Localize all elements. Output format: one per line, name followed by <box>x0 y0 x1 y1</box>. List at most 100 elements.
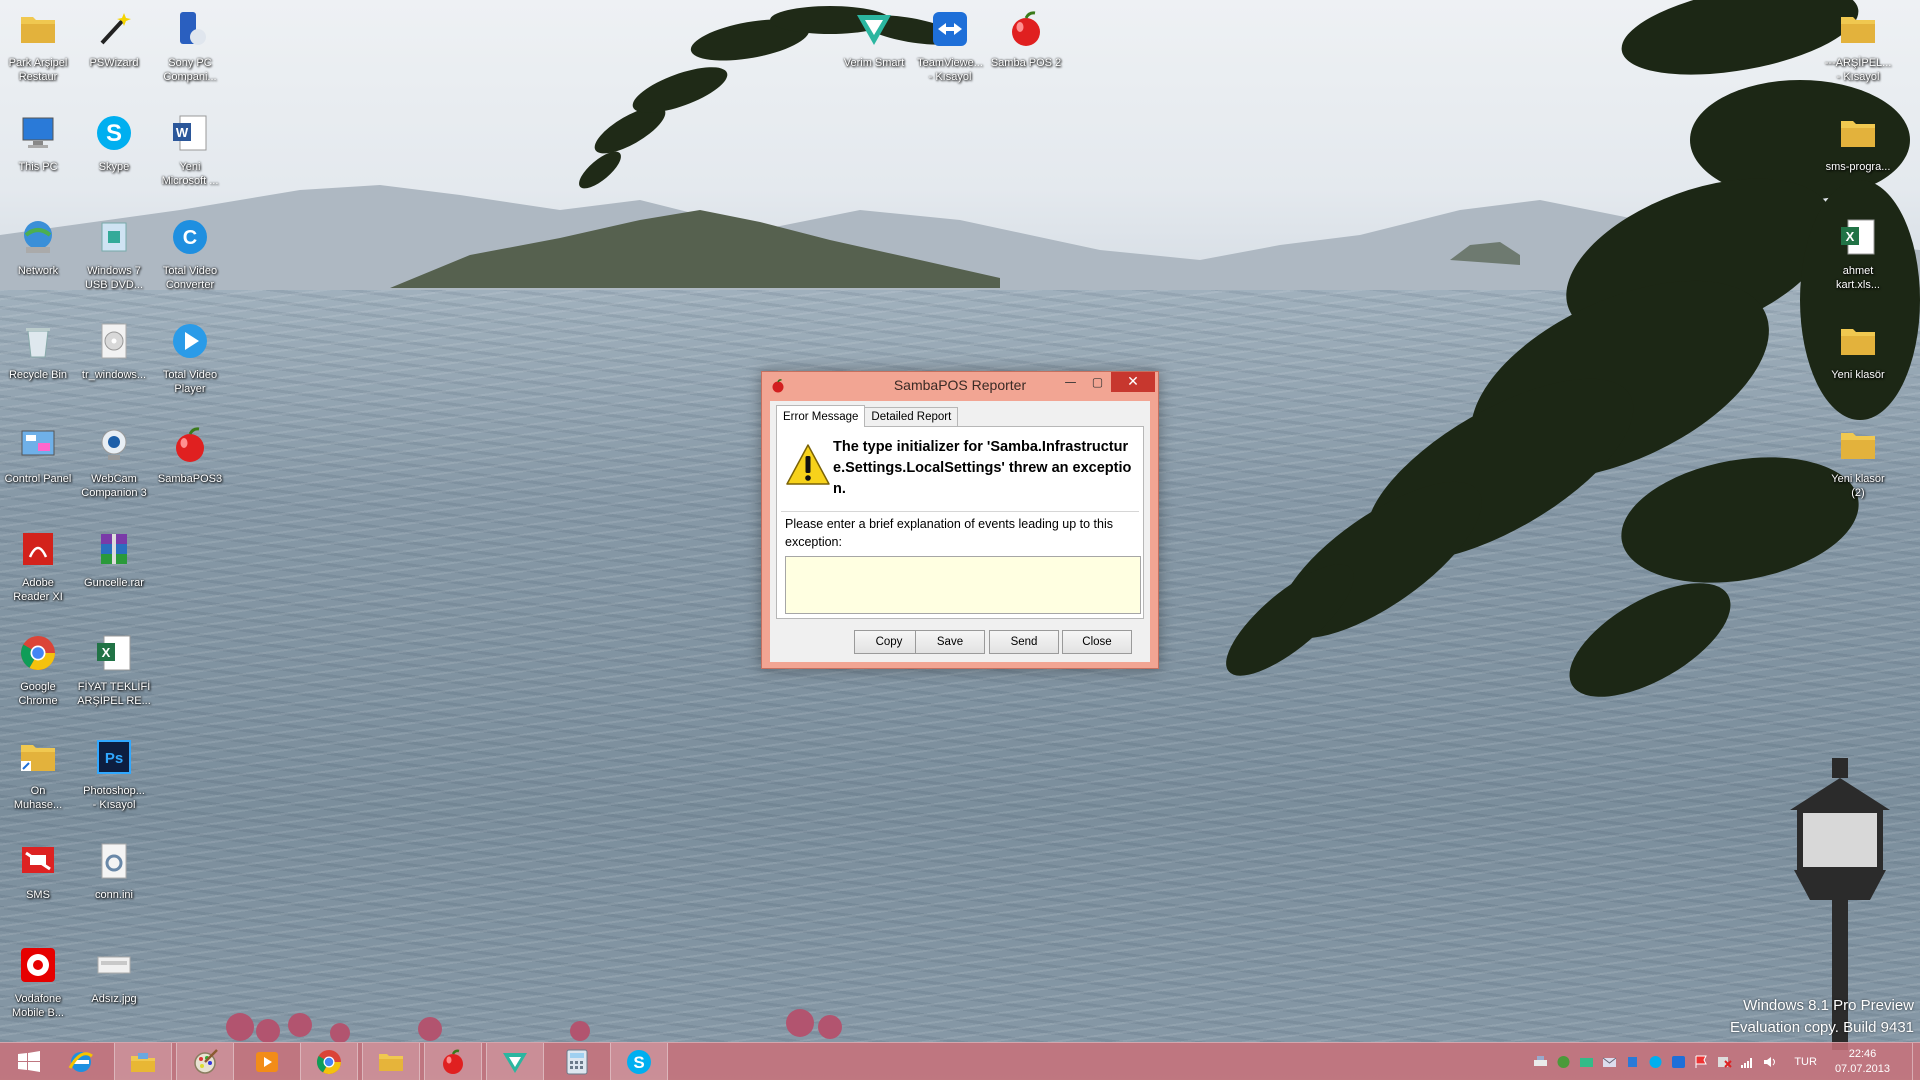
apple-icon <box>1003 6 1049 52</box>
desktop-icon-left-22[interactable]: conn.ini <box>76 838 152 902</box>
desktop-icon-left-20[interactable]: Ps Photoshop... - Kısayol <box>76 734 152 812</box>
tab-error-message[interactable]: Error Message <box>776 405 866 427</box>
desktop-icon-label: Verim Smart <box>843 57 905 69</box>
desktop-icon-left-21[interactable]: SMS <box>0 838 76 902</box>
explanation-input[interactable] <box>785 556 1141 614</box>
excel-icon: X <box>1835 214 1881 260</box>
desktop-icon-left-14[interactable]: SambaPOS3 <box>152 422 228 486</box>
folder-icon <box>379 1054 403 1071</box>
desktop-icon-left-2[interactable]: Sony PC Compani... <box>152 6 228 84</box>
start-button[interactable] <box>0 1043 58 1080</box>
player-icon <box>167 318 213 364</box>
desktop-icon-left-1[interactable]: PSWizard <box>76 6 152 70</box>
desktop-icon-left-15[interactable]: Adobe Reader XI <box>0 526 76 604</box>
taskbar: S TUR 22:46 07.07.2013 <box>0 1042 1920 1080</box>
desktop-icon-right-1[interactable]: sms-progra... <box>1820 110 1896 174</box>
desktop-icon-label: WebCam Companion 3 <box>81 473 147 499</box>
verim-icon <box>851 6 897 52</box>
maximize-button[interactable]: ▢ <box>1084 372 1111 392</box>
desktop-icon-left-19[interactable]: On Muhase... <box>0 734 76 812</box>
tray-volume-icon[interactable] <box>1762 1054 1779 1070</box>
paint-icon <box>194 1049 218 1074</box>
desktop-icon-left-13[interactable]: WebCam Companion 3 <box>76 422 152 500</box>
vodafone-icon <box>15 942 61 988</box>
taskbar-sambapos-button[interactable] <box>424 1043 482 1080</box>
desktop-icon-label: Park Arşipel Restaur <box>8 57 68 83</box>
desktop-icon-top-2[interactable]: Samba POS 2 <box>988 6 1064 70</box>
desktop-icon-label: conn.ini <box>95 889 133 901</box>
close-window-button[interactable]: ✕ <box>1111 372 1155 392</box>
tray-usb-icon[interactable] <box>1624 1054 1641 1070</box>
desktop-icon-left-16[interactable]: Guncelle.rar <box>76 526 152 590</box>
show-desktop-button[interactable] <box>1912 1043 1920 1080</box>
folder-icon <box>1835 110 1881 156</box>
desktop-icon-right-2[interactable]: Xahmet kart.xls... <box>1820 214 1896 292</box>
desktop-icon-left-18[interactable]: X FİYAT TEKLİFİ ARŞİPEL RE... <box>76 630 152 708</box>
desktop-icon-left-8[interactable]: C Total Video Converter <box>152 214 228 292</box>
close-button[interactable]: Close <box>1062 630 1132 654</box>
tray-flag-icon[interactable] <box>1693 1054 1710 1070</box>
tab-strip: Error Message Detailed Report <box>776 405 959 427</box>
minimize-button[interactable]: — <box>1057 372 1084 392</box>
taskbar-skype-button[interactable]: S <box>610 1043 668 1080</box>
tray-signal-icon[interactable] <box>1739 1054 1756 1070</box>
desktop-icon-left-5[interactable]: W Yeni Microsoft ... <box>152 110 228 188</box>
explanation-prompt: Please enter a brief explanation of even… <box>785 517 1113 549</box>
taskbar-paint-button[interactable] <box>176 1043 234 1080</box>
save-button[interactable]: Save <box>915 630 985 654</box>
desktop-icon-left-6[interactable]: Network <box>0 214 76 278</box>
desktop-icon-label: Google Chrome <box>18 681 58 707</box>
desktop-icon-left-10[interactable]: tr_windows... <box>76 318 152 382</box>
taskbar-folder-button[interactable] <box>362 1043 420 1080</box>
desktop-icon-label: This PC <box>18 161 58 173</box>
chrome-icon <box>15 630 61 676</box>
taskbar-chrome-button[interactable] <box>300 1043 358 1080</box>
input-language[interactable]: TUR <box>1794 1056 1817 1068</box>
desktop-icon-label: Vodafone Mobile B... <box>12 993 64 1019</box>
desktop-icon-top-0[interactable]: Verim Smart <box>836 6 912 70</box>
clock[interactable]: 22:46 07.07.2013 <box>1835 1047 1890 1077</box>
watermark-build: Evaluation copy. Build 9431 <box>1729 1019 1914 1036</box>
folder-icon <box>1835 422 1881 468</box>
desktop-icon-label: Yeni klasör (2) <box>1831 473 1885 499</box>
tab-detailed-report[interactable]: Detailed Report <box>864 407 959 427</box>
close-icon: ✕ <box>1127 374 1139 390</box>
desktop-icon-left-17[interactable]: Google Chrome <box>0 630 76 708</box>
tray-message-icon[interactable] <box>1601 1054 1618 1070</box>
desktop-icon-top-1[interactable]: TeamViewe... - Kısayol <box>912 6 988 84</box>
tray-security-icon[interactable] <box>1716 1054 1733 1070</box>
desktop-icon-left-12[interactable]: Control Panel <box>0 422 76 486</box>
taskbar-calculator-button[interactable] <box>548 1043 606 1080</box>
desktop-icon-right-0[interactable]: ---ARŞİPEL... - Kısayol <box>1820 6 1896 84</box>
taskbar-media-button[interactable] <box>238 1043 296 1080</box>
desktop-icon-left-7[interactable]: Windows 7 USB DVD... <box>76 214 152 292</box>
desktop-icon-right-4[interactable]: Yeni klasör (2) <box>1820 422 1896 500</box>
taskbar-verim-button[interactable] <box>486 1043 544 1080</box>
desktop-icon-label: Total Video Player <box>162 369 218 395</box>
desktop-icon-right-3[interactable]: Yeni klasör <box>1820 318 1896 382</box>
sambapos-icon <box>443 1049 463 1074</box>
tray-network-share-icon[interactable] <box>1555 1054 1572 1070</box>
send-button[interactable]: Send <box>989 630 1059 654</box>
tray-vpn-icon[interactable] <box>1578 1054 1595 1070</box>
desktop-icon-left-9[interactable]: Recycle Bin <box>0 318 76 382</box>
copy-button[interactable]: Copy <box>854 630 924 654</box>
desktop-icon-left-24[interactable]: Adsız.jpg <box>76 942 152 1006</box>
desktop-icon-left-11[interactable]: Total Video Player <box>152 318 228 396</box>
svg-text:X: X <box>1846 229 1855 244</box>
desktop-icon-left-3[interactable]: This PC <box>0 110 76 174</box>
desktop-icon-label: On Muhase... <box>13 785 63 811</box>
taskbar-explorer-button[interactable] <box>114 1043 172 1080</box>
taskbar-ie-button[interactable] <box>52 1043 110 1080</box>
tray-printer-icon[interactable] <box>1532 1054 1549 1070</box>
desktop-icon-label: Samba POS 2 <box>990 57 1062 69</box>
system-tray: TUR 22:46 07.07.2013 <box>1529 1043 1920 1080</box>
desktop-icon-left-23[interactable]: Vodafone Mobile B... <box>0 942 76 1020</box>
desktop-icon-label: Guncelle.rar <box>84 577 144 589</box>
desktop-icon-left-0[interactable]: Park Arşipel Restaur <box>0 6 76 84</box>
error-message-text: The type initializer for 'Samba.Infrastr… <box>833 439 1132 497</box>
tray-teamviewer-icon[interactable] <box>1670 1054 1687 1070</box>
desktop-icon-left-4[interactable]: S Skype <box>76 110 152 174</box>
dialog-titlebar[interactable]: SambaPOS Reporter — ▢ ✕ <box>762 372 1158 400</box>
tray-skype-icon[interactable] <box>1647 1054 1664 1070</box>
